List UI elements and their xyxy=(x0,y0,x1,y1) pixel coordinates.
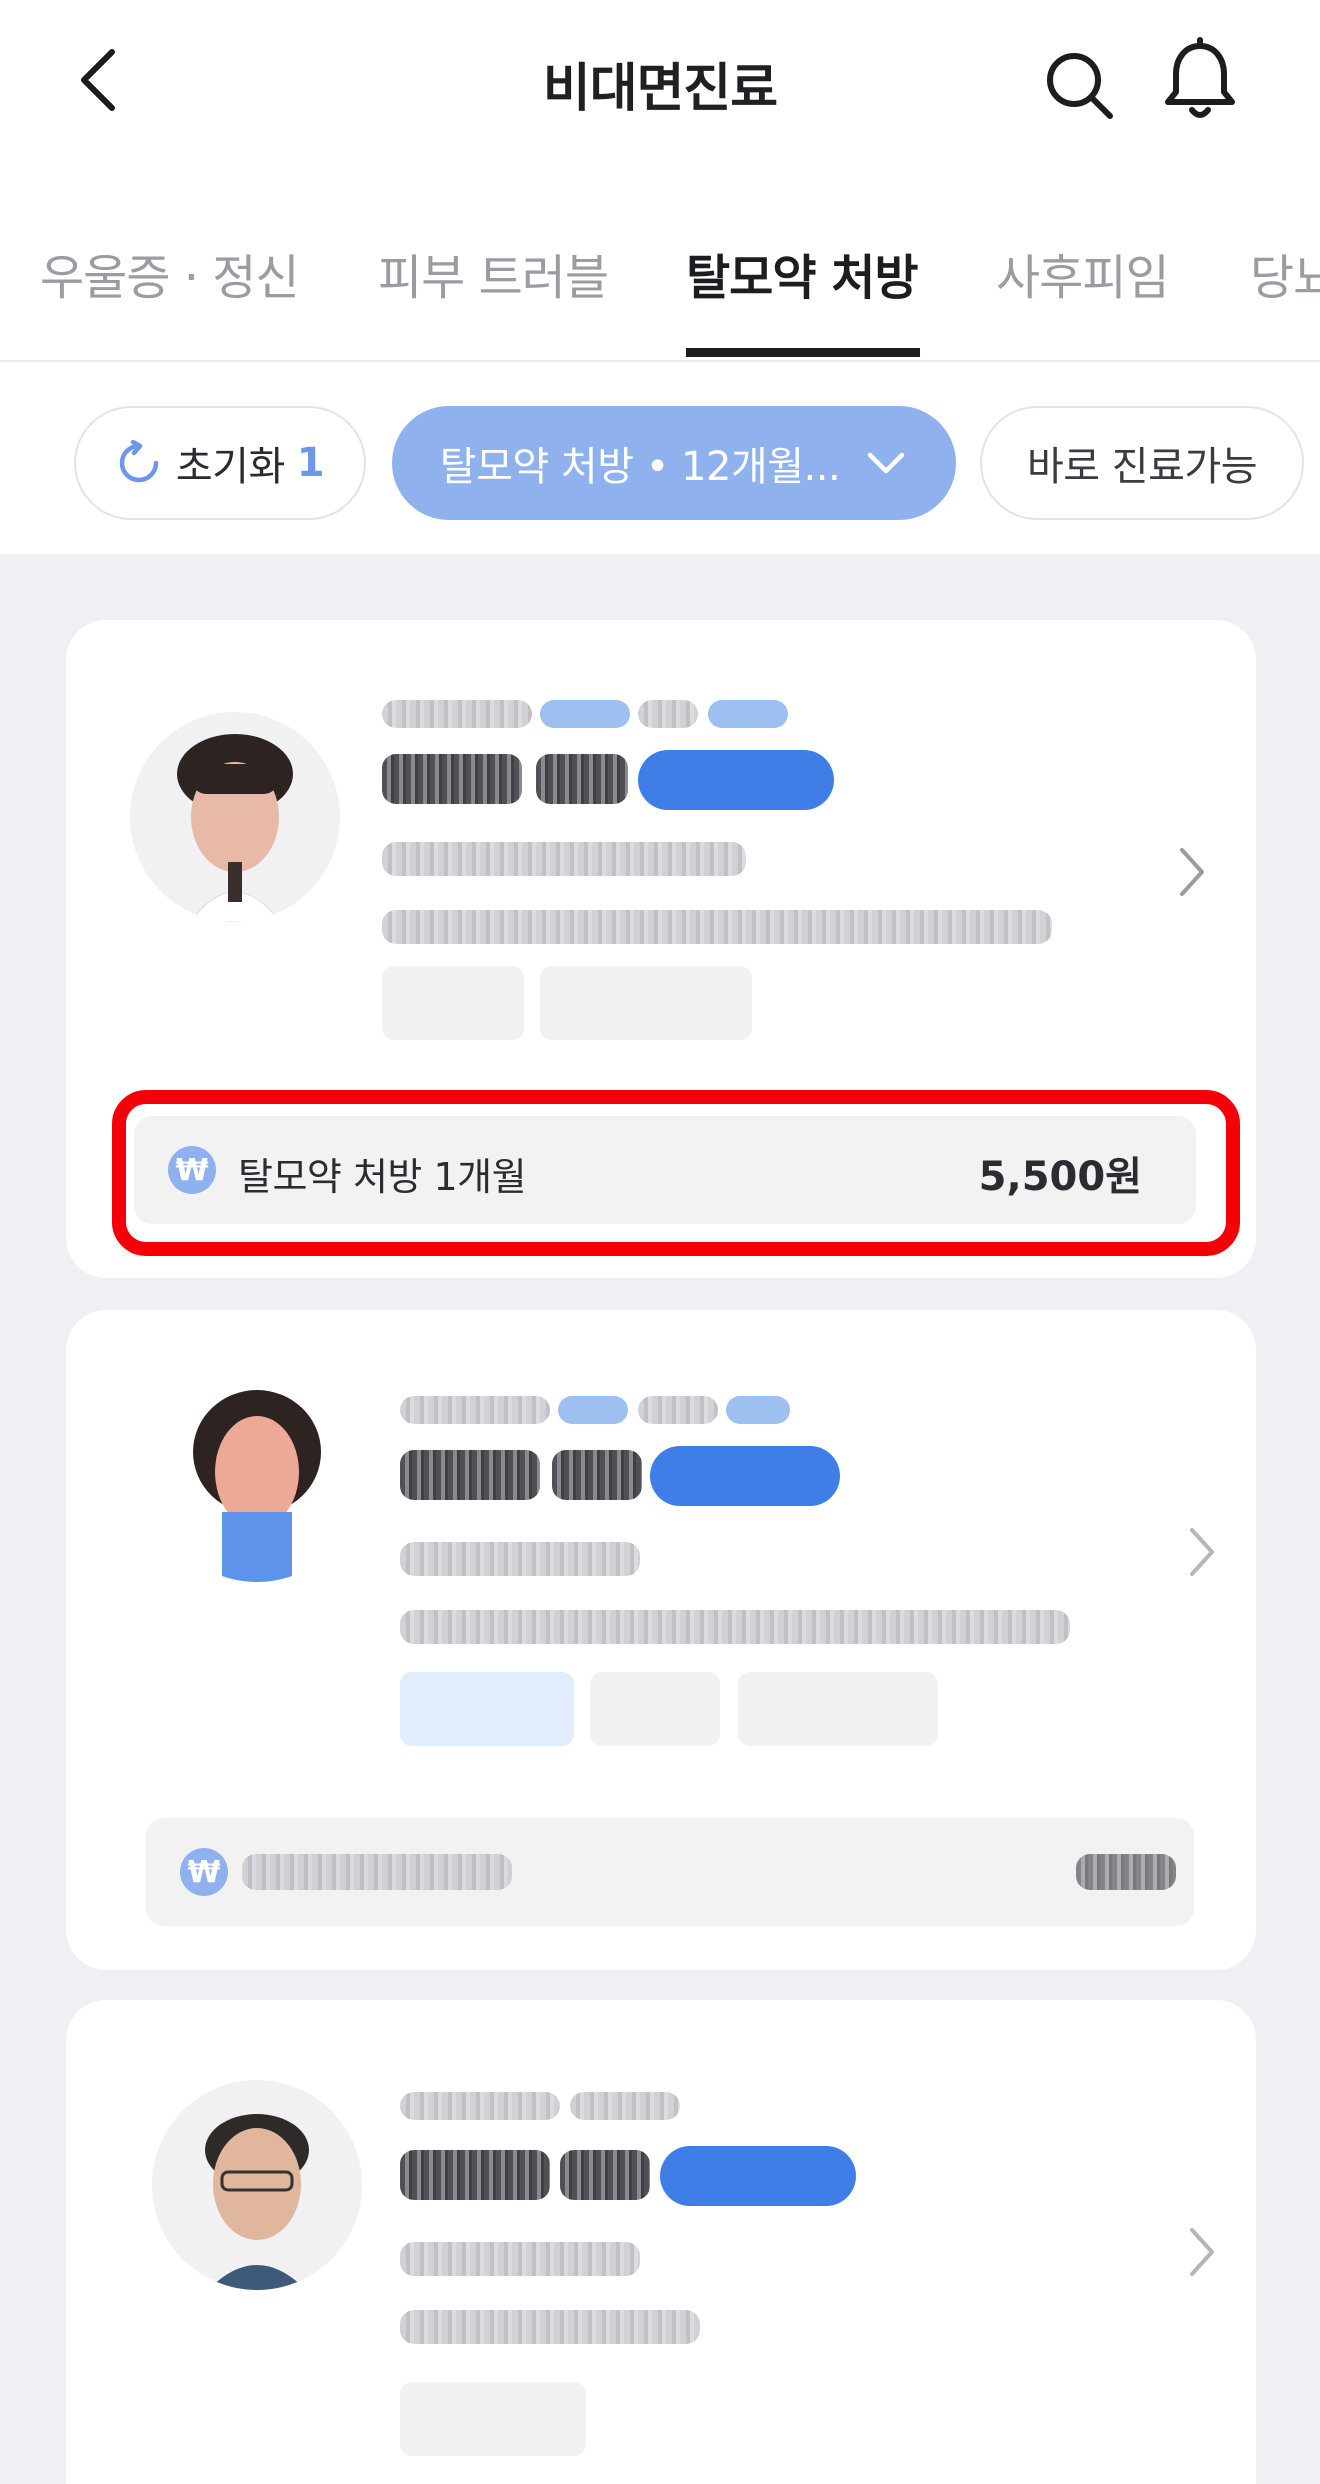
notification-button[interactable] xyxy=(1158,36,1242,126)
tag xyxy=(400,2382,586,2456)
reset-label: 초기화 xyxy=(175,444,285,490)
blurred-doctor-name xyxy=(400,1450,540,1500)
bell-icon xyxy=(1165,37,1235,118)
chevron-right-icon xyxy=(1180,848,1204,896)
tag xyxy=(590,1672,720,1746)
blurred-hospital xyxy=(382,842,746,876)
available-now-label: 바로 진료가능 xyxy=(1026,444,1258,490)
highlight-annotation xyxy=(112,1090,1240,1256)
blurred-badge xyxy=(660,2146,856,2206)
tab-contraception[interactable]: 사후피임 xyxy=(996,238,1170,308)
active-filter-label: 탈모약 처방 • 12개월... xyxy=(439,444,841,490)
filter-bar: 초기화 1 탈모약 처방 • 12개월... 바로 진료가능 xyxy=(0,364,1320,554)
tab-hair-loss[interactable]: 탈모약 처방 xyxy=(686,238,919,308)
won-icon: ₩ xyxy=(180,1848,228,1896)
doctor-card[interactable]: ₩ xyxy=(66,1310,1256,1970)
blurred-hours xyxy=(382,910,1052,944)
blurred-doctor-title xyxy=(536,754,628,804)
tab-skin[interactable]: 피부 트러블 xyxy=(378,238,609,308)
search-button[interactable] xyxy=(1040,44,1120,124)
active-filter-chip[interactable]: 탈모약 처방 • 12개월... xyxy=(392,406,956,520)
active-tab-indicator xyxy=(686,348,920,357)
doctor-portrait xyxy=(205,2114,309,2290)
avatar xyxy=(152,2080,362,2290)
tab-depression[interactable]: 우울증 · 정신 xyxy=(40,238,300,308)
reset-filter-chip[interactable]: 초기화 1 xyxy=(74,406,366,520)
app-header: 비대면진료 xyxy=(0,0,1320,170)
blurred-text xyxy=(726,1396,790,1424)
search-icon xyxy=(1047,53,1113,119)
chevron-right-icon xyxy=(1190,1528,1214,1576)
blurred-text xyxy=(570,2092,680,2120)
blurred-text xyxy=(708,700,788,728)
blurred-hospital xyxy=(400,1542,640,1576)
blurred-doctor-title xyxy=(560,2150,650,2200)
blurred-badge xyxy=(650,1446,840,1506)
avatar xyxy=(152,1372,362,1582)
price-row: ₩ xyxy=(146,1818,1194,1926)
blurred-doctor-name xyxy=(382,754,522,804)
blurred-text xyxy=(400,1396,550,1424)
blurred-text xyxy=(638,700,698,728)
chevron-right-icon xyxy=(1190,2228,1214,2276)
refresh-icon xyxy=(119,440,159,483)
tag xyxy=(382,966,524,1040)
blurred-text xyxy=(558,1396,628,1424)
blurred-price-label xyxy=(242,1854,512,1890)
doctor-card[interactable] xyxy=(66,2000,1256,2484)
blurred-hospital xyxy=(400,2242,640,2276)
tag xyxy=(540,966,752,1040)
blurred-badge xyxy=(638,750,834,810)
doctor-portrait xyxy=(193,1390,321,1582)
doctor-list: ₩ 탈모약 처방 1개월 5,500원 ₩ xyxy=(0,554,1320,2484)
blurred-text xyxy=(382,700,532,728)
doctor-portrait xyxy=(177,734,293,922)
blurred-text xyxy=(400,2092,560,2120)
chevron-down-icon xyxy=(867,452,905,474)
blurred-hours xyxy=(400,1610,1070,1644)
tab-diabetes[interactable]: 당뇨 xyxy=(1250,238,1320,308)
available-now-chip[interactable]: 바로 진료가능 xyxy=(980,406,1304,520)
tag xyxy=(400,1672,574,1746)
blurred-doctor-title xyxy=(552,1450,642,1500)
blurred-text xyxy=(540,700,630,728)
category-tabs: 우울증 · 정신 피부 트러블 탈모약 처방 사후피임 당뇨 xyxy=(0,210,1320,362)
blurred-price-value xyxy=(1076,1854,1176,1890)
blurred-doctor-name xyxy=(400,2150,550,2200)
page-title: 비대면진료 xyxy=(542,59,778,119)
blurred-text xyxy=(638,1396,718,1424)
tag xyxy=(738,1672,938,1746)
reset-count: 1 xyxy=(296,440,325,486)
blurred-hours xyxy=(400,2310,700,2344)
avatar xyxy=(130,712,340,922)
